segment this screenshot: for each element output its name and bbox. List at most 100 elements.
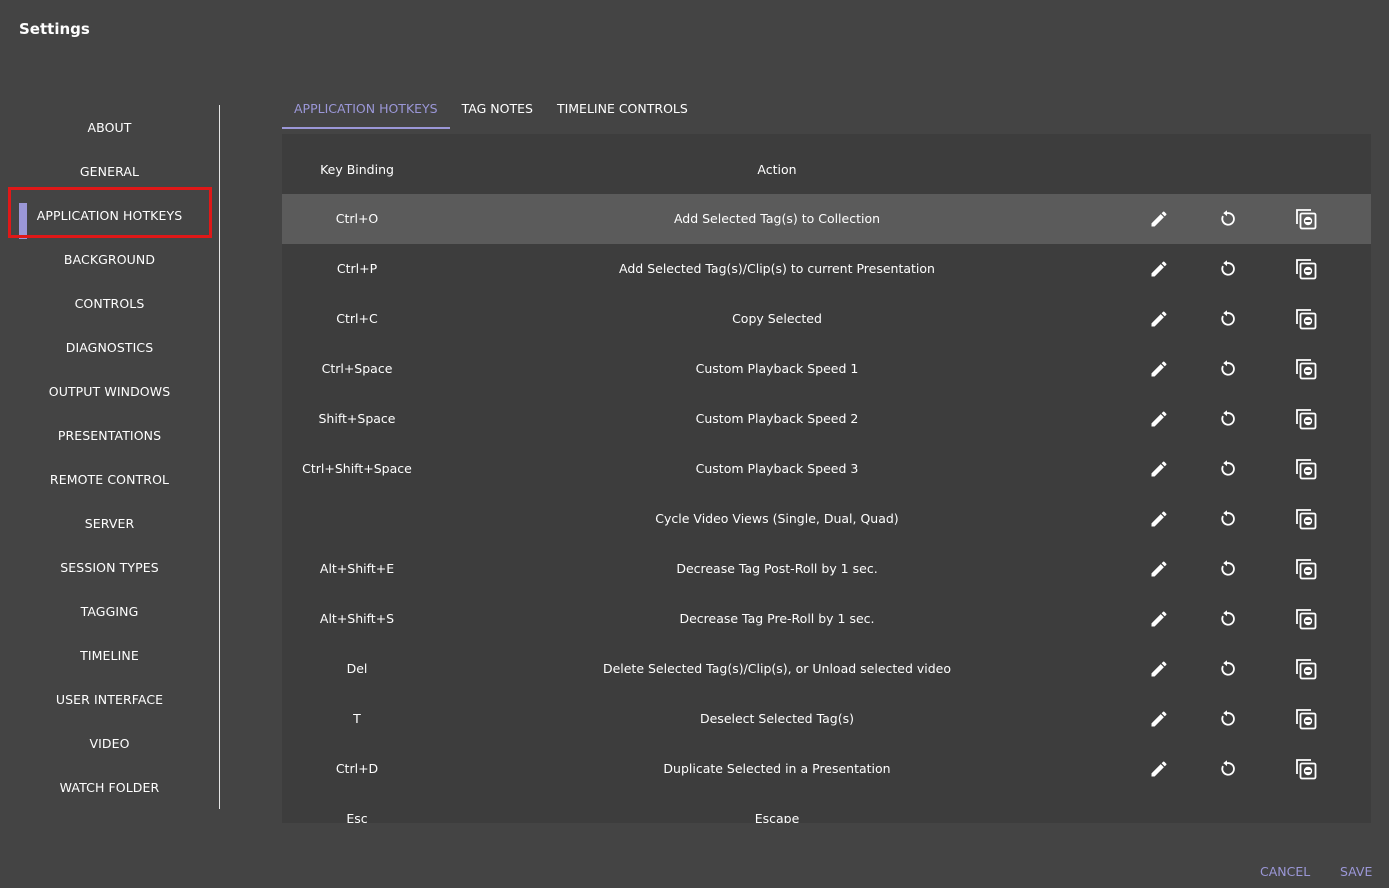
edit-hotkey-button[interactable] [1147, 357, 1171, 381]
sidebar-item-timeline[interactable]: TIMELINE [0, 633, 219, 677]
table-row[interactable]: Ctrl+Shift+Space Custom Playback Speed 3 [282, 444, 1371, 494]
clear-hotkey-button[interactable] [1294, 507, 1318, 531]
sidebar-item-label: WATCH FOLDER [59, 779, 160, 795]
reset-hotkey-button[interactable] [1215, 607, 1239, 631]
reset-hotkey-button[interactable] [1215, 757, 1239, 781]
clear-binding-icon [1294, 557, 1318, 581]
sidebar-item-remote-control[interactable]: REMOTE CONTROL [0, 457, 219, 501]
sidebar-item-about[interactable]: ABOUT [0, 105, 219, 149]
sidebar-item-background[interactable]: BACKGROUND [0, 237, 219, 281]
reset-icon [1217, 659, 1237, 679]
clear-hotkey-button[interactable] [1294, 457, 1318, 481]
pencil-icon [1149, 309, 1169, 329]
sidebar-item-presentations[interactable]: PRESENTATIONS [0, 413, 219, 457]
column-header-key-binding: Key Binding [320, 162, 394, 177]
clear-hotkey-button[interactable] [1294, 357, 1318, 381]
edit-hotkey-button[interactable] [1147, 207, 1171, 231]
tab-application-hotkeys[interactable]: APPLICATION HOTKEYS [282, 96, 450, 129]
pencil-icon [1149, 409, 1169, 429]
sidebar-item-label: SERVER [84, 515, 135, 531]
edit-hotkey-button[interactable] [1147, 507, 1171, 531]
table-header: Key Binding Action [282, 134, 1371, 194]
clear-hotkey-button[interactable] [1294, 557, 1318, 581]
reset-icon [1217, 459, 1237, 479]
active-indicator [19, 203, 27, 239]
reset-hotkey-button[interactable] [1215, 457, 1239, 481]
action-cell: Custom Playback Speed 2 [695, 411, 859, 426]
reset-icon [1217, 709, 1237, 729]
edit-hotkey-button[interactable] [1147, 457, 1171, 481]
edit-hotkey-button[interactable] [1147, 307, 1171, 331]
sidebar-item-server[interactable]: SERVER [0, 501, 219, 545]
clear-hotkey-button[interactable] [1294, 657, 1318, 681]
key-binding-cell: Del [346, 661, 368, 676]
table-row[interactable]: Ctrl+D Duplicate Selected in a Presentati… [282, 744, 1371, 794]
edit-hotkey-button[interactable] [1147, 407, 1171, 431]
sidebar-item-watch-folder[interactable]: WATCH FOLDER [0, 765, 219, 809]
window-title: Settings [19, 20, 90, 38]
edit-hotkey-button[interactable] [1147, 757, 1171, 781]
key-binding-cell: Ctrl+O [335, 211, 379, 226]
clear-binding-icon [1294, 607, 1318, 631]
reset-hotkey-button[interactable] [1215, 357, 1239, 381]
table-row[interactable]: Ctrl+C Copy Selected [282, 294, 1371, 344]
reset-hotkey-button[interactable] [1215, 207, 1239, 231]
sidebar-item-output-windows[interactable]: OUTPUT WINDOWS [0, 369, 219, 413]
table-row[interactable]: Shift+Space Custom Playback Speed 2 [282, 394, 1371, 444]
save-button[interactable]: SAVE [1340, 864, 1372, 879]
sidebar-item-label: CONTROLS [74, 295, 145, 311]
sidebar-item-diagnostics[interactable]: DIAGNOSTICS [0, 325, 219, 369]
clear-hotkey-button[interactable] [1294, 257, 1318, 281]
sidebar-item-video[interactable]: VIDEO [0, 721, 219, 765]
cancel-button[interactable]: CANCEL [1260, 864, 1310, 879]
table-row[interactable]: T Deselect Selected Tag(s) [282, 694, 1371, 744]
table-row[interactable]: Ctrl+O Add Selected Tag(s) to Collection [282, 194, 1371, 244]
edit-hotkey-button[interactable] [1147, 607, 1171, 631]
table-row[interactable]: Cycle Video Views (Single, Dual, Quad) [282, 494, 1371, 544]
pencil-icon [1149, 709, 1169, 729]
sidebar-item-tagging[interactable]: TAGGING [0, 589, 219, 633]
sidebar-item-session-types[interactable]: SESSION TYPES [0, 545, 219, 589]
table-row[interactable]: Alt+Shift+E Decrease Tag Post-Roll by 1 s… [282, 544, 1371, 594]
sidebar-item-application-hotkeys[interactable]: APPLICATION HOTKEYS [0, 193, 219, 239]
sidebar-item-label: PRESENTATIONS [57, 427, 162, 443]
table-row[interactable]: Ctrl+P Add Selected Tag(s)/Clip(s) to cur… [282, 244, 1371, 294]
clear-hotkey-button[interactable] [1294, 207, 1318, 231]
reset-hotkey-button[interactable] [1215, 257, 1239, 281]
sidebar-item-user-interface[interactable]: USER INTERFACE [0, 677, 219, 721]
sidebar-item-label: TAGGING [80, 603, 139, 619]
tab-timeline-controls[interactable]: TIMELINE CONTROLS [545, 96, 700, 127]
edit-hotkey-button[interactable] [1147, 657, 1171, 681]
key-binding-cell: Alt+Shift+S [319, 611, 395, 626]
pencil-icon [1149, 559, 1169, 579]
reset-hotkey-button[interactable] [1215, 557, 1239, 581]
sidebar-item-label: APPLICATION HOTKEYS [36, 207, 183, 223]
pencil-icon [1149, 359, 1169, 379]
reset-hotkey-button[interactable] [1215, 507, 1239, 531]
key-binding-cell: Alt+Shift+E [319, 561, 395, 576]
clear-hotkey-button[interactable] [1294, 757, 1318, 781]
sidebar-item-label: ABOUT [87, 119, 132, 135]
table-row[interactable]: Ctrl+Space Custom Playback Speed 1 [282, 344, 1371, 394]
table-row[interactable]: Del Delete Selected Tag(s)/Clip(s), or Un… [282, 644, 1371, 694]
clear-hotkey-button[interactable] [1294, 607, 1318, 631]
edit-hotkey-button[interactable] [1147, 557, 1171, 581]
reset-hotkey-button[interactable] [1215, 307, 1239, 331]
clear-hotkey-button[interactable] [1294, 407, 1318, 431]
action-cell: Decrease Tag Pre-Roll by 1 sec. [679, 611, 875, 626]
table-row[interactable]: Alt+Shift+S Decrease Tag Pre-Roll by 1 se… [282, 594, 1371, 644]
sidebar-item-label: DIAGNOSTICS [65, 339, 154, 355]
clear-hotkey-button[interactable] [1294, 707, 1318, 731]
table-row[interactable]: Esc Escape [282, 794, 1371, 823]
sidebar-item-controls[interactable]: CONTROLS [0, 281, 219, 325]
reset-hotkey-button[interactable] [1215, 407, 1239, 431]
sidebar-item-general[interactable]: GENERAL [0, 149, 219, 193]
edit-hotkey-button[interactable] [1147, 707, 1171, 731]
tab-tag-notes[interactable]: TAG NOTES [450, 96, 545, 127]
reset-hotkey-button[interactable] [1215, 657, 1239, 681]
clear-binding-icon [1294, 407, 1318, 431]
reset-hotkey-button[interactable] [1215, 707, 1239, 731]
clear-hotkey-button[interactable] [1294, 307, 1318, 331]
action-cell: Delete Selected Tag(s)/Clip(s), or Unloa… [602, 661, 952, 676]
edit-hotkey-button[interactable] [1147, 257, 1171, 281]
